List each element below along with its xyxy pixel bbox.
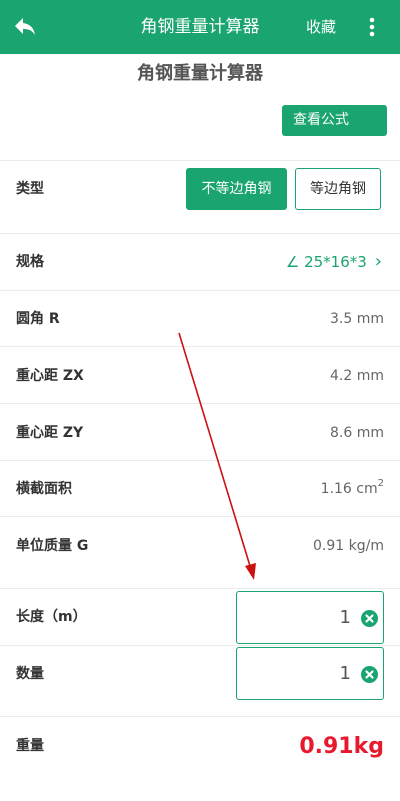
centroid-zy-label: 重心距 ZY [16, 425, 84, 441]
view-formula-button[interactable]: 查看公式 [282, 105, 387, 136]
favorite-button[interactable]: 收藏 [306, 14, 336, 40]
weight-result: 0.91kg [299, 734, 384, 759]
area-number: 1.16 cm [320, 481, 378, 497]
spec-label: 规格 [16, 254, 44, 270]
spec-value: ∠ 25*16*3 [285, 253, 367, 271]
centroid-zy-value: 8.6 mm [330, 425, 384, 441]
centroid-zx-label: 重心距 ZX [16, 368, 84, 384]
type-label: 类型 [16, 181, 44, 197]
unit-mass-value: 0.91 kg/m [313, 538, 384, 554]
divider [0, 346, 400, 347]
divider [0, 160, 400, 161]
type-unequal-angle-button[interactable]: 不等边角钢 [186, 168, 287, 210]
more-menu-button[interactable] [362, 12, 382, 42]
chevron-right-icon: › [374, 251, 382, 272]
fillet-value: 3.5 mm [330, 311, 384, 327]
area-unit-exponent: 2 [377, 478, 384, 489]
area-label: 横截面积 [16, 481, 72, 497]
quantity-label: 数量 [16, 666, 44, 682]
type-equal-angle-button[interactable]: 等边角钢 [295, 168, 381, 210]
divider [0, 460, 400, 461]
divider [0, 645, 400, 646]
divider [0, 516, 400, 517]
clear-length-icon[interactable] [361, 610, 378, 627]
app-bar-title: 角钢重量计算器 [140, 17, 260, 37]
centroid-zx-value: 4.2 mm [330, 368, 384, 384]
more-vertical-icon [369, 17, 375, 37]
length-label: 长度（m） [16, 609, 87, 625]
divider [0, 290, 400, 291]
divider [0, 233, 400, 234]
divider [0, 588, 400, 589]
unit-mass-label: 单位质量 G [16, 538, 89, 554]
length-input[interactable] [243, 592, 351, 643]
app-bar: 角钢重量计算器 收藏 [0, 0, 400, 54]
back-button[interactable] [8, 10, 42, 44]
divider [0, 403, 400, 404]
divider [0, 716, 400, 717]
quantity-input-box [236, 647, 384, 700]
quantity-input[interactable] [243, 648, 351, 699]
length-input-box [236, 591, 384, 644]
fillet-label: 圆角 R [16, 311, 60, 327]
area-value: 1.16 cm2 [321, 477, 384, 501]
page-title: 角钢重量计算器 [137, 63, 263, 84]
clear-quantity-icon[interactable] [361, 666, 378, 683]
spec-selector[interactable]: ∠ 25*16*3 › [286, 250, 382, 274]
weight-label: 重量 [16, 738, 44, 754]
back-arrow-icon [15, 18, 35, 35]
